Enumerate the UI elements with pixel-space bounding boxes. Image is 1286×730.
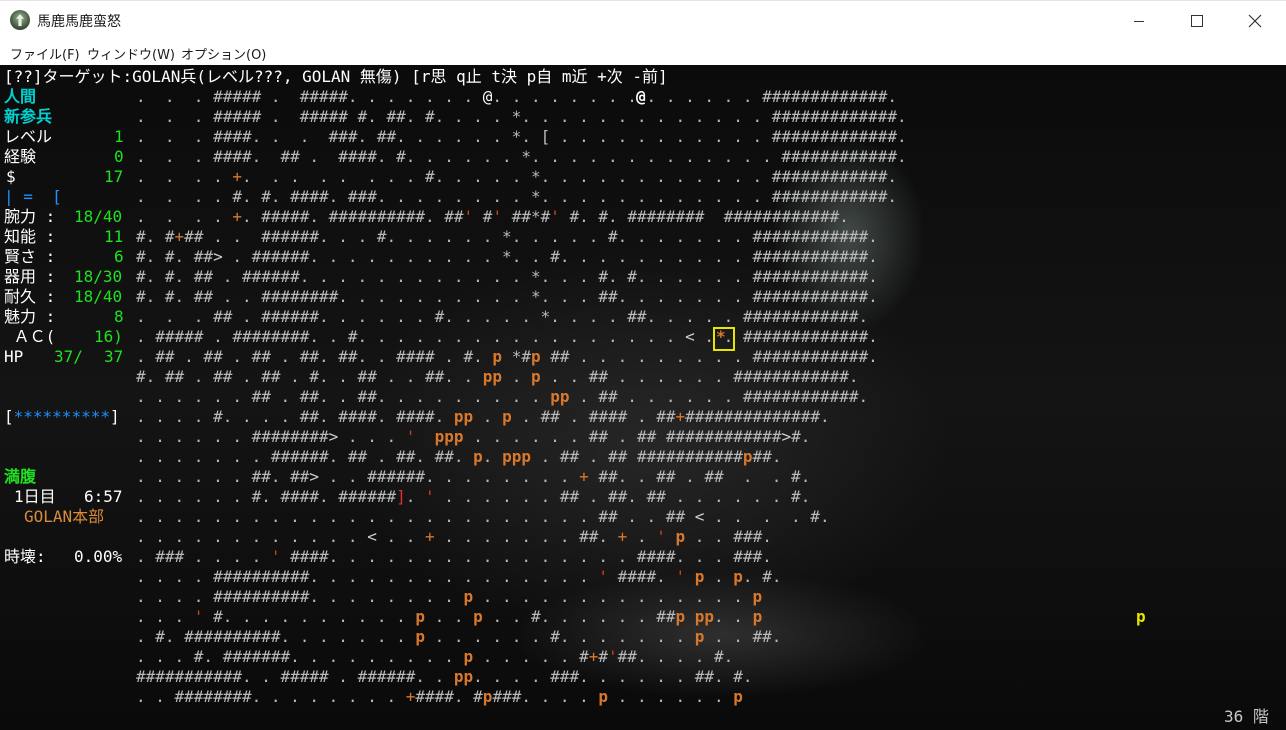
time-rip-value: 0.00% [74,547,123,566]
menu-bar: ファイル(F) ウィンドウ(W) オプション(O) [0,40,1286,64]
stat-cha-value: 8 [114,307,124,326]
game-terminal[interactable]: [??]ターゲット:GOLAN兵(レベル???, GOLAN 無傷) [r思 q… [0,65,1286,730]
map-row: . . . . +. #####. ##########. ##' #' ##*… [136,207,849,226]
minimize-button[interactable] [1110,1,1168,41]
stat-dex-label: 器用 : [4,267,56,286]
title-label: 新参兵 [4,107,53,126]
map-row: . . ########. . . . . . . . +####. #p###… [136,687,743,706]
exp-label: 経験 [4,147,37,166]
stat-cha-label: 魅力 : [4,307,56,326]
map-row: . . . . . . #. ####. ######]. ' . . . . … [136,487,811,506]
maximize-button[interactable] [1168,1,1226,41]
menu-file[interactable]: ファイル(F) [10,44,80,63]
exp-value: 0 [114,147,124,166]
game-window: 馬鹿馬鹿蛮怒 ファイル(F) ウィンドウ(W) オプション(O) [??]ターゲ… [0,0,1286,730]
map-row: . . . #. #######. . . . . . . . . p . . … [136,647,734,666]
window-title: 馬鹿馬鹿蛮怒 [37,14,121,30]
ac-value: 16) [94,327,123,346]
map-row: . . . . . . . . . . . . . . . . . . . . … [136,507,830,526]
maximize-icon [1191,15,1203,27]
app-icon [10,10,30,30]
stat-int-value: 11 [104,227,124,246]
health-bar-fill: ********** [13,407,110,426]
menu-window[interactable]: ウィンドウ(W) [87,44,175,63]
map-row: #. #+## . . ######. . . #. . . . . . *. … [136,227,878,246]
map-row: . . . . . . ########> . . . ' ppp . . . … [136,427,811,446]
map-row: . . . . +. . . . . . . . #. . . . . *. .… [136,167,897,186]
message-line: [??]ターゲット:GOLAN兵(レベル???, GOLAN 無傷) [r思 q… [4,67,668,86]
level-label: レベル [4,127,53,146]
map-row: #. #. ## . ######. . . . . . . . . . . .… [136,267,878,286]
target-monster: * [716,327,726,346]
stat-con-label: 耐久 : [4,287,56,306]
map-row: . ### . . . . ' ####. . . . . . . . . . … [136,547,772,566]
race-label: 人間 [4,87,37,106]
ac-label: ＡＣ( [4,327,56,346]
stat-dex-value: 18/30 [74,267,123,286]
map-row: . . . . . . ##. ##> . . ######. . . . . … [136,467,811,486]
hunger-status: 満腹 [4,467,37,486]
game-time: 6:57 [84,487,123,506]
map-row: . . . . . . . . . . . . < . . + . . . . … [136,527,772,546]
stat-wis-label: 賢さ : [4,247,56,266]
map-row: #. #. ## . . ########. . . . . . . . . .… [136,287,878,306]
map-row: . #. ##########. . . . . . . p . . . . .… [136,627,782,646]
menu-options[interactable]: オプション(O) [181,44,266,63]
stat-int-label: 知能 : [4,227,56,246]
map-row: #. ## . ## . ## . #. . ## . . ##. . pp .… [136,367,859,386]
stat-wis-value: 6 [114,247,124,266]
level-value: 1 [114,127,124,146]
stat-str-label: 腕力 : [4,207,56,226]
dungeon-map[interactable]: . . . ##### . #####. . . . . . . @. . . … [136,87,907,707]
gold-label: $ [6,167,16,186]
equipment-line: | = [ [4,187,62,206]
map-row: . . . ####. ## . ####. #. . . . . . *. .… [136,147,907,166]
health-bar: [**********] [4,407,120,426]
map-row: ###########. . ##### . ######. . pp. . .… [136,667,753,686]
hp-current: 37/ [54,347,83,366]
title-bar: 馬鹿馬鹿蛮怒 [0,0,1286,41]
map-row: . . . ####. . . ###. ##. . . . . . *. [ … [136,127,907,146]
minimize-icon [1134,20,1144,22]
map-row: . ##### . ########. . #. . . . . . . . .… [136,327,878,346]
close-icon [1248,14,1262,28]
player-symbol: @ [636,87,646,106]
time-rip-label: 時壊: [4,547,46,566]
hp-label: HP [4,347,24,366]
map-row: . . . . #. . . . ##. ####. ####. pp . p … [136,407,830,426]
stat-str-value: 18/40 [74,207,123,226]
map-row: #. #. ##> . ######. . . . . . . . . . *.… [136,247,878,266]
map-row: . . . . . . ## . ##. . ##. . . . . . . .… [136,387,869,406]
map-row: . . . . ##########. . . . . . . . p . . … [136,587,763,606]
map-row: . . . . #. #. ####. ###. . . . . . . . *… [136,187,897,206]
map-row: . . . ## . ######. . . . . . #. . . . . … [136,307,869,326]
yellow-monster: p [1136,607,1146,626]
map-row: . . . ' #. . . . . . . . . . p . . p . .… [136,607,763,626]
hp-max: 37 [104,347,124,366]
location-name: GOLAN本部 [24,507,105,526]
map-row: . . . ##### . ##### #. ##. #. . . . *. .… [136,107,907,126]
map-row: . . . . . . . ######. ## . ##. ##. p. pp… [136,447,782,466]
map-row: . . . ##### . #####. . . . . . . @. . . … [136,87,897,106]
dungeon-depth: 36 階 [1224,707,1269,726]
map-row: . . . . ##########. . . . . . . . . . . … [136,567,782,586]
gold-value: 17 [104,167,124,186]
close-button[interactable] [1226,1,1284,41]
day-label: 1日目 [14,487,56,506]
stat-con-value: 18/40 [74,287,123,306]
map-row: . ## . ## . ## . ##. ##. . #### . #. p *… [136,347,878,366]
